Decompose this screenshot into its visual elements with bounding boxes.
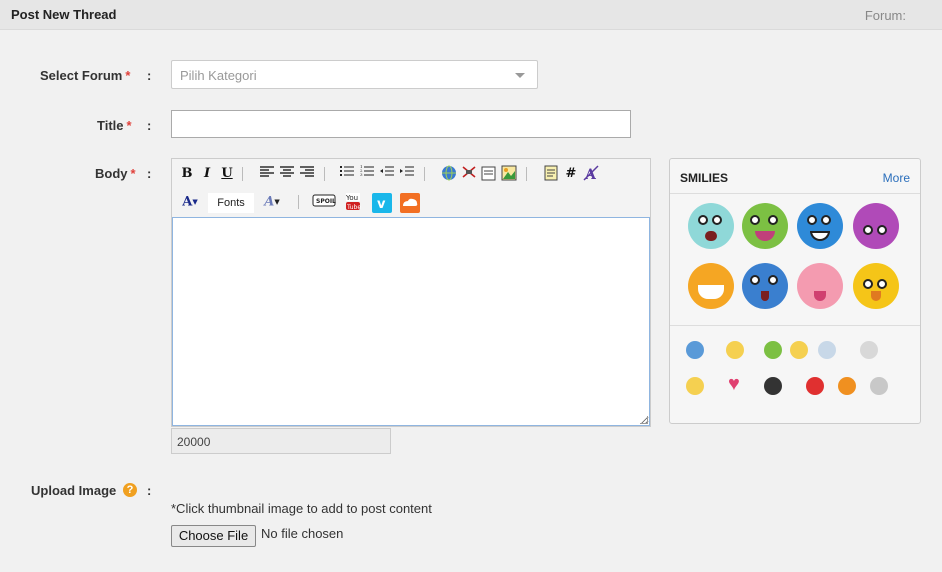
- smiley-small-11[interactable]: [870, 377, 888, 395]
- soundcloud-icon[interactable]: [400, 193, 420, 213]
- email-icon[interactable]: [480, 165, 498, 183]
- title-label: Title *: [97, 118, 132, 133]
- smiley-shocked[interactable]: [742, 263, 788, 309]
- bulleted-list-icon[interactable]: [338, 165, 356, 183]
- smiley-small-1[interactable]: [686, 341, 704, 359]
- smiley-yellow[interactable]: [853, 263, 899, 309]
- required-mark: *: [130, 166, 136, 181]
- spoiler-icon[interactable]: SPOIL: [312, 193, 336, 211]
- remove-format-icon[interactable]: A: [582, 165, 600, 183]
- svg-text:v: v: [377, 197, 386, 212]
- fonts-dropdown[interactable]: Fonts: [208, 193, 254, 213]
- smiley-small-5[interactable]: [818, 341, 836, 359]
- select-forum-label: Select Forum *: [40, 68, 131, 83]
- char-counter-value: 20000: [177, 435, 211, 449]
- smiley-small-4[interactable]: [790, 341, 808, 359]
- heart-icon[interactable]: ♥: [728, 374, 746, 394]
- smiley-small-7[interactable]: [686, 377, 704, 395]
- smilies-more-link[interactable]: More: [883, 171, 910, 185]
- font-color-icon[interactable]: A▼: [178, 193, 202, 211]
- image-icon[interactable]: [500, 165, 518, 183]
- smiley-pink-girl[interactable]: [797, 263, 843, 309]
- align-center-icon[interactable]: [278, 165, 296, 183]
- title-input[interactable]: [171, 110, 631, 138]
- smiley-small-2[interactable]: [726, 341, 744, 359]
- chevron-down-icon: [515, 73, 525, 78]
- svg-text:SPOIL: SPOIL: [316, 198, 336, 205]
- svg-text:3: 3: [360, 172, 363, 177]
- svg-text:You: You: [345, 194, 358, 202]
- font-size-icon[interactable]: A▼: [260, 193, 284, 211]
- forum-label: Forum:: [864, 8, 906, 23]
- upload-image-label: Upload Image: [31, 483, 117, 498]
- smilies-panel: SMILIES More ♥: [669, 158, 921, 424]
- italic-icon[interactable]: I: [198, 165, 216, 183]
- body-editor: B I U 123 # A A▼ Fonts A▼ SPOIL You Tube …: [171, 158, 651, 427]
- smilies-title: SMILIES: [680, 171, 729, 185]
- page-title: Post New Thread: [11, 7, 117, 22]
- quote-icon[interactable]: [542, 165, 560, 183]
- toolbar-row-1: B I U 123 # A: [172, 161, 650, 187]
- smiley-green-monster[interactable]: [742, 203, 788, 249]
- numbered-list-icon[interactable]: 123: [358, 164, 376, 183]
- toolbar-row-2: A▼ Fonts A▼ SPOIL You Tube v: [172, 189, 650, 215]
- required-mark: *: [126, 118, 132, 133]
- smiley-small-6[interactable]: [860, 341, 878, 359]
- colon: :: [147, 166, 152, 181]
- align-left-icon[interactable]: [258, 165, 276, 183]
- colon: :: [147, 483, 152, 498]
- upload-hint: *Click thumbnail image to add to post co…: [171, 501, 432, 516]
- smiley-small-10[interactable]: [838, 377, 856, 395]
- smiley-blue-grin[interactable]: [797, 203, 843, 249]
- resize-handle[interactable]: [640, 416, 648, 424]
- forum-select-value: Pilih Kategori: [180, 68, 257, 83]
- page-header: Post New Thread Forum:: [0, 0, 942, 30]
- vimeo-icon[interactable]: v: [372, 193, 392, 213]
- body-label: Body *: [95, 166, 136, 181]
- smiley-ghost[interactable]: [688, 203, 734, 249]
- indent-icon[interactable]: [398, 165, 416, 183]
- smiley-laugh[interactable]: [688, 263, 734, 309]
- char-counter: 20000: [171, 428, 391, 454]
- smiley-repost[interactable]: [853, 203, 899, 249]
- youtube-icon[interactable]: You Tube: [344, 193, 362, 211]
- align-right-icon[interactable]: [298, 165, 316, 183]
- colon: :: [147, 68, 152, 83]
- choose-file-button[interactable]: Choose File: [171, 525, 256, 547]
- smiley-small-9[interactable]: [806, 377, 824, 395]
- colon: :: [147, 118, 152, 133]
- file-status: No file chosen: [261, 526, 344, 541]
- link-icon[interactable]: [440, 165, 458, 183]
- forum-select[interactable]: Pilih Kategori: [171, 60, 538, 89]
- smiley-small-3[interactable]: [764, 341, 782, 359]
- svg-text:Tube: Tube: [346, 204, 361, 211]
- outdent-icon[interactable]: [378, 165, 396, 183]
- help-icon[interactable]: ?: [123, 483, 137, 497]
- unlink-icon[interactable]: [460, 165, 478, 183]
- required-mark: *: [125, 68, 131, 83]
- bold-icon[interactable]: B: [178, 165, 196, 183]
- smiley-small-8[interactable]: [764, 377, 782, 395]
- body-textarea[interactable]: [172, 217, 650, 426]
- hashtag-icon[interactable]: #: [562, 165, 580, 183]
- underline-icon[interactable]: U: [218, 165, 236, 183]
